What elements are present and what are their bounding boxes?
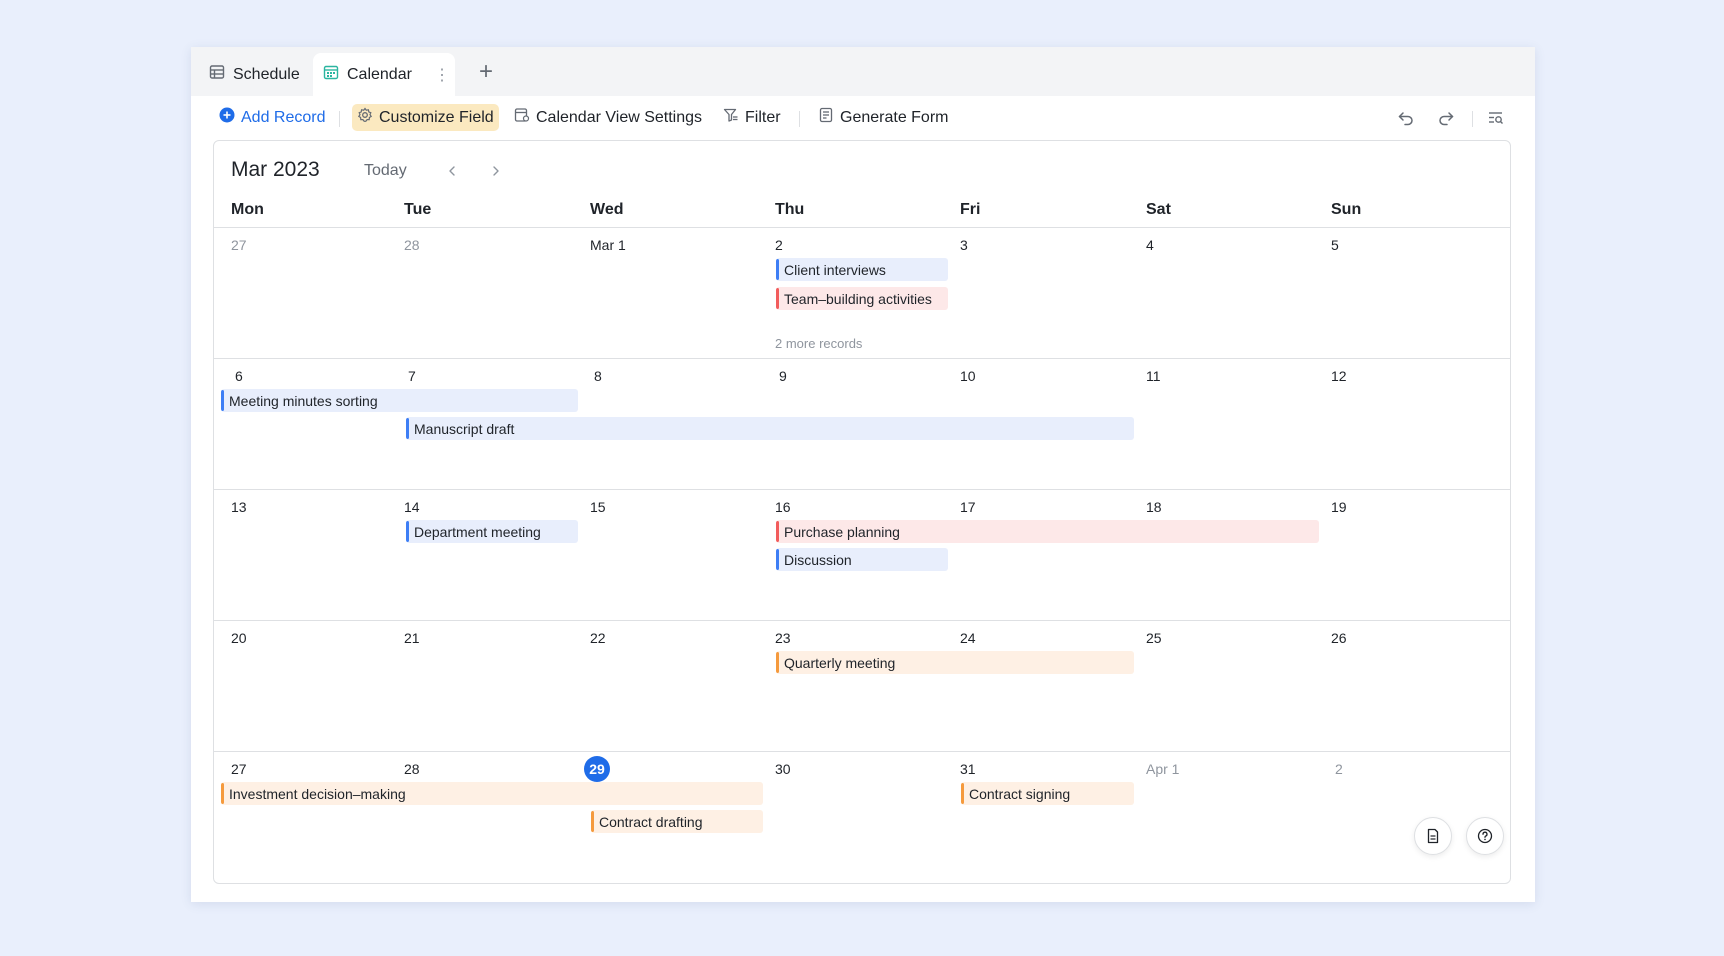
search-list-icon[interactable] (1482, 104, 1510, 132)
event-meeting-minutes[interactable]: Meeting minutes sorting (221, 389, 578, 412)
day-cell-date[interactable]: 15 (590, 499, 606, 515)
day-cell-date[interactable]: 18 (1146, 499, 1162, 515)
week-divider (214, 358, 1510, 359)
event-team-building[interactable]: Team–building activities (776, 287, 948, 310)
day-cell-date[interactable]: 5 (1331, 237, 1339, 253)
toolbar-divider (1472, 111, 1473, 127)
day-cell-date[interactable]: 27 (231, 761, 247, 777)
weekday-header: Tue (404, 201, 432, 218)
day-cell-date[interactable]: 22 (590, 630, 606, 646)
event-investment-decision[interactable]: Investment decision–making (221, 782, 763, 805)
toolbar: Add Record Customize Field Calendar View… (191, 96, 1535, 140)
more-records-link[interactable]: 2 more records (775, 336, 862, 351)
chevron-right-icon[interactable] (484, 159, 508, 183)
weekday-header: Sun (1331, 201, 1362, 218)
weekday-header: Fri (960, 201, 981, 218)
day-cell-date[interactable]: 8 (594, 368, 602, 384)
week-divider (214, 620, 1510, 621)
week-divider (214, 489, 1510, 490)
tab-schedule-label: Schedule (233, 65, 300, 83)
day-cell-date[interactable]: 11 (1146, 368, 1161, 384)
today-button[interactable]: Today (364, 162, 407, 180)
day-cell-date[interactable]: 2 (1335, 761, 1343, 777)
calendar-panel: Mar 2023 Today Mon Tue Wed Thu Fri Sat S… (213, 140, 1511, 884)
day-cell-date[interactable]: 16 (775, 499, 791, 515)
day-cell-date[interactable]: 21 (404, 630, 420, 646)
day-cell-date[interactable]: 26 (1331, 630, 1347, 646)
undo-icon[interactable] (1392, 104, 1420, 132)
weekday-header: Sat (1146, 201, 1171, 218)
help-icon[interactable] (1466, 817, 1504, 855)
tab-calendar[interactable]: Calendar ⋮ (313, 53, 455, 96)
day-cell-date[interactable]: 7 (408, 368, 416, 384)
calendar-icon (323, 64, 339, 85)
weekday-header: Wed (590, 201, 624, 218)
day-cell-date[interactable]: 27 (231, 237, 247, 253)
event-contract-drafting[interactable]: Contract drafting (591, 810, 763, 833)
event-department-meeting[interactable]: Department meeting (406, 520, 578, 543)
plus-circle-icon (219, 107, 235, 128)
day-cell-date[interactable]: 3 (960, 237, 968, 253)
day-cell-date[interactable]: 23 (775, 630, 791, 646)
event-purchase-planning[interactable]: Purchase planning (776, 520, 1319, 543)
generate-form-button[interactable]: Generate Form (813, 104, 953, 131)
event-manuscript-draft[interactable]: Manuscript draft (406, 417, 1134, 440)
day-cell-date[interactable]: 10 (960, 368, 976, 384)
day-cell-date[interactable]: 4 (1146, 237, 1154, 253)
tab-bar: Schedule Calendar ⋮ + (191, 47, 1535, 96)
event-quarterly-meeting[interactable]: Quarterly meeting (776, 651, 1134, 674)
app-window: Schedule Calendar ⋮ + Add Record Customi… (191, 47, 1535, 902)
customize-field-button[interactable]: Customize Field (352, 104, 499, 131)
day-cell-date[interactable]: 14 (404, 499, 420, 515)
add-record-button[interactable]: Add Record (214, 104, 331, 131)
filter-button[interactable]: Filter (718, 104, 786, 131)
day-cell-date[interactable]: Mar 1 (590, 237, 626, 253)
table-icon (209, 64, 225, 85)
day-cell-date[interactable]: Apr 1 (1146, 761, 1179, 777)
day-cell-date[interactable]: 24 (960, 630, 976, 646)
tab-calendar-label: Calendar (347, 65, 412, 83)
day-cell-date[interactable]: 17 (960, 499, 976, 515)
week-divider (214, 751, 1510, 752)
add-tab-button[interactable]: + (471, 57, 501, 87)
day-cell-date[interactable]: 13 (231, 499, 247, 515)
day-cell-date[interactable]: 20 (231, 630, 247, 646)
view-settings-icon (514, 107, 530, 128)
month-title: Mar 2023 (231, 158, 320, 181)
week-divider (214, 227, 1510, 228)
today-date-marker[interactable]: 29 (584, 756, 610, 782)
tab-schedule[interactable]: Schedule (199, 53, 310, 96)
calendar-view-settings-button[interactable]: Calendar View Settings (509, 104, 707, 131)
weekday-header: Mon (231, 201, 264, 218)
day-cell-date[interactable]: 25 (1146, 630, 1162, 646)
day-cell-date[interactable]: 30 (775, 761, 791, 777)
customize-field-label: Customize Field (379, 108, 494, 126)
event-client-interviews[interactable]: Client interviews (776, 258, 948, 281)
weekday-header: Thu (775, 201, 805, 218)
add-record-label: Add Record (241, 108, 326, 126)
chevron-left-icon[interactable] (440, 159, 464, 183)
day-cell-date[interactable]: 31 (960, 761, 976, 777)
document-icon[interactable] (1414, 817, 1452, 855)
day-cell-date[interactable]: 19 (1331, 499, 1347, 515)
day-cell-date[interactable]: 9 (779, 368, 787, 384)
day-cell-date[interactable]: 2 (775, 237, 783, 253)
calendar-view-settings-label: Calendar View Settings (536, 108, 703, 126)
form-icon (818, 107, 834, 128)
day-cell-date[interactable]: 28 (404, 237, 420, 253)
toolbar-divider (799, 111, 800, 127)
toolbar-divider (339, 111, 340, 127)
event-contract-signing[interactable]: Contract signing (961, 782, 1134, 805)
filter-label: Filter (745, 108, 781, 126)
redo-icon[interactable] (1432, 104, 1460, 132)
day-cell-date[interactable]: 6 (235, 368, 243, 384)
event-discussion[interactable]: Discussion (776, 548, 948, 571)
generate-form-label: Generate Form (840, 108, 949, 126)
day-cell-date[interactable]: 12 (1331, 368, 1347, 384)
tab-more-icon[interactable]: ⋮ (434, 65, 450, 85)
filter-icon (723, 107, 739, 128)
day-cell-date[interactable]: 28 (404, 761, 420, 777)
gear-icon (357, 107, 373, 128)
